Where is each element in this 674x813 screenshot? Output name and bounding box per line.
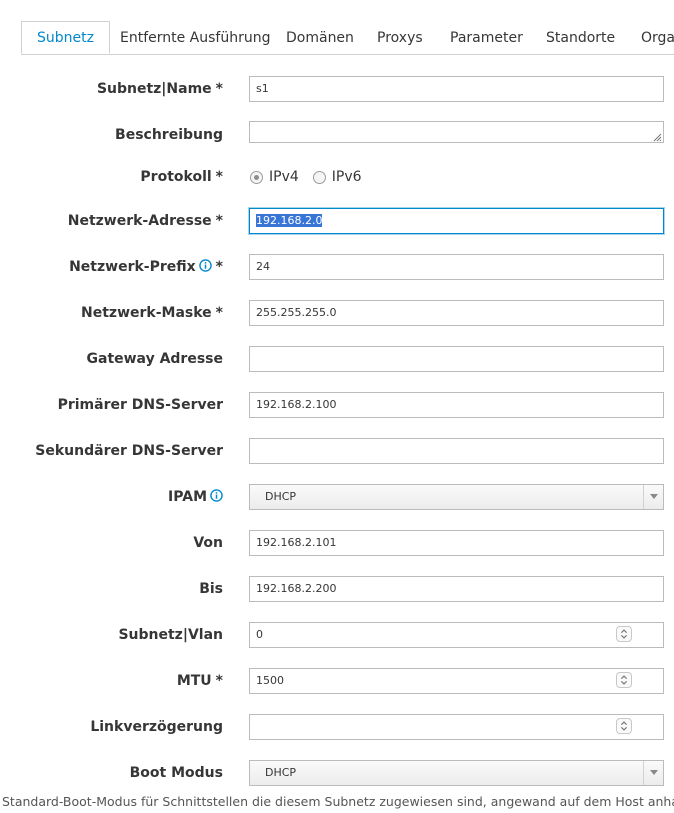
info-icon[interactable] xyxy=(210,489,223,502)
form-row-link-delay: Linkverzögerung xyxy=(0,714,674,740)
ipv4-radio[interactable] xyxy=(250,170,263,184)
secondary-dns-input[interactable] xyxy=(249,438,664,464)
primary-dns-label: Primärer DNS-Server xyxy=(57,397,223,413)
form-row-vlan: Subnetz|Vlan 0 xyxy=(0,622,674,648)
spinner-arrows-icon[interactable] xyxy=(616,718,632,734)
vlan-value: 0 xyxy=(256,628,263,641)
protocol-label: Protokoll * xyxy=(140,164,223,190)
tab-locations[interactable]: Standorte xyxy=(546,30,615,46)
tab-organizations[interactable]: Orga xyxy=(641,30,674,46)
spinner-arrows-icon[interactable] xyxy=(616,672,632,688)
boot-mode-label: Boot Modus xyxy=(129,765,223,781)
ipv6-label[interactable]: IPv6 xyxy=(332,164,362,190)
tab-remote-execution[interactable]: Entfernte Ausführung xyxy=(120,30,271,46)
required-marker: * xyxy=(215,673,223,689)
form-row-protocol: Protokoll * IPv4 IPv6 xyxy=(0,164,674,190)
mtu-input[interactable]: 1500 xyxy=(249,668,664,694)
from-input[interactable]: 192.168.2.101 xyxy=(249,530,664,556)
required-marker: * xyxy=(215,305,223,321)
form-row-boot-mode: Boot Modus DHCP xyxy=(0,760,674,786)
link-delay-label: Linkverzögerung xyxy=(90,719,223,735)
form-row-to: Bis 192.168.2.200 xyxy=(0,576,674,602)
form-row-network-prefix: Netzwerk-Prefix * 24 xyxy=(0,254,674,280)
form-row-secondary-dns: Sekundärer DNS-Server xyxy=(0,438,674,464)
tab-domains[interactable]: Domänen xyxy=(286,30,354,46)
form-row-network-address: Netzwerk-Adresse * 192.168.2.0 xyxy=(0,208,674,234)
from-label: Von xyxy=(193,535,223,551)
protocol-radio-group: IPv4 IPv6 xyxy=(250,164,376,190)
form-row-name: Subnetz|Name * s1 xyxy=(0,76,674,102)
network-mask-label: Netzwerk-Maske * xyxy=(81,300,223,326)
ipam-value: DHCP xyxy=(265,490,297,503)
form-row-primary-dns: Primärer DNS-Server 192.168.2.100 xyxy=(0,392,674,418)
form-row-ipam: IPAM DHCP xyxy=(0,484,674,510)
vlan-input[interactable]: 0 xyxy=(249,622,664,648)
form-row-mtu: MTU * 1500 xyxy=(0,668,674,694)
tab-bar-divider xyxy=(21,54,674,55)
network-address-value: 192.168.2.0 xyxy=(256,214,323,227)
ipv6-radio[interactable] xyxy=(312,170,326,184)
mtu-value: 1500 xyxy=(256,674,284,687)
protocol-label-text: Protokoll xyxy=(140,169,212,185)
boot-mode-value: DHCP xyxy=(265,766,297,779)
form-row-gateway: Gateway Adresse xyxy=(0,346,674,372)
network-prefix-label-text: Netzwerk-Prefix xyxy=(69,259,196,275)
ipam-label-text: IPAM xyxy=(168,489,207,505)
link-delay-input[interactable] xyxy=(249,714,664,740)
gateway-label: Gateway Adresse xyxy=(86,351,224,367)
boot-mode-help-text: Standard-Boot-Modus für Schnittstellen d… xyxy=(2,794,674,809)
name-label-text: Subnetz|Name xyxy=(96,81,212,97)
to-label: Bis xyxy=(199,581,223,597)
network-prefix-input[interactable]: 24 xyxy=(249,254,664,280)
ipv4-label[interactable]: IPv4 xyxy=(269,164,299,190)
network-address-label: Netzwerk-Adresse * xyxy=(68,208,223,234)
resize-grip-icon[interactable] xyxy=(652,132,662,142)
caret-down-icon[interactable] xyxy=(643,485,663,509)
caret-down-icon[interactable] xyxy=(643,761,663,785)
ipam-label: IPAM xyxy=(168,484,223,510)
boot-mode-select[interactable]: DHCP xyxy=(249,760,664,786)
tab-bar: Subnetz Entfernte Ausführung Domänen Pro… xyxy=(21,0,674,55)
network-address-input[interactable]: 192.168.2.0 xyxy=(249,208,664,234)
form-row-from: Von 192.168.2.101 xyxy=(0,530,674,556)
spinner-arrows-icon[interactable] xyxy=(616,626,632,642)
to-input[interactable]: 192.168.2.200 xyxy=(249,576,664,602)
required-marker: * xyxy=(215,259,223,275)
name-label: Subnetz|Name * xyxy=(97,76,223,102)
description-textarea[interactable] xyxy=(249,121,664,143)
vlan-label: Subnetz|Vlan xyxy=(118,627,223,643)
tab-parameters[interactable]: Parameter xyxy=(450,30,523,46)
network-mask-label-text: Netzwerk-Maske xyxy=(81,305,212,321)
ipam-select[interactable]: DHCP xyxy=(249,484,664,510)
mtu-label-text: MTU xyxy=(176,673,212,689)
mtu-label: MTU * xyxy=(177,668,223,694)
secondary-dns-label: Sekundärer DNS-Server xyxy=(35,443,223,459)
tab-proxies[interactable]: Proxys xyxy=(377,30,423,46)
network-address-label-text: Netzwerk-Adresse xyxy=(67,213,212,229)
required-marker: * xyxy=(215,81,223,97)
form-row-description: Beschreibung xyxy=(0,121,674,147)
name-input[interactable]: s1 xyxy=(249,76,664,102)
network-prefix-label: Netzwerk-Prefix * xyxy=(69,254,223,280)
form-row-network-mask: Netzwerk-Maske * 255.255.255.0 xyxy=(0,300,674,326)
required-marker: * xyxy=(215,169,223,185)
network-mask-input[interactable]: 255.255.255.0 xyxy=(249,300,664,326)
required-marker: * xyxy=(215,213,223,229)
tab-subnetz[interactable]: Subnetz xyxy=(21,21,110,54)
info-icon[interactable] xyxy=(198,259,212,272)
primary-dns-input[interactable]: 192.168.2.100 xyxy=(249,392,664,418)
description-label: Beschreibung xyxy=(115,127,223,143)
gateway-input[interactable] xyxy=(249,346,664,372)
